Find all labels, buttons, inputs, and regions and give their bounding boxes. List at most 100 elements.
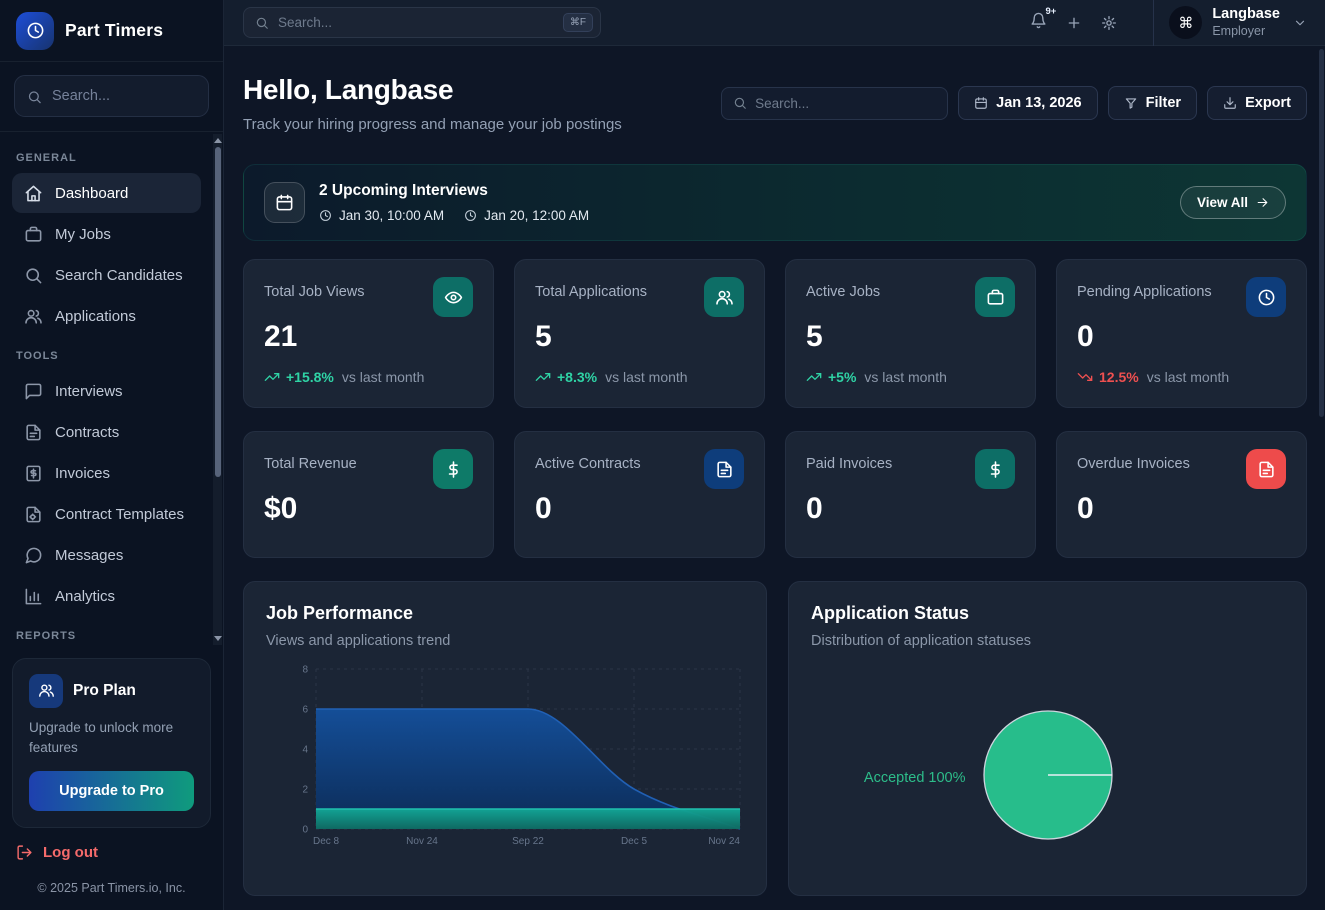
- sidebar-item-messages[interactable]: Messages: [12, 535, 201, 575]
- trend-text: vs last month: [1147, 369, 1229, 385]
- stat-card-total-revenue: Total Revenue$0: [243, 431, 494, 558]
- sidebar-item-interviews[interactable]: Interviews: [12, 371, 201, 411]
- nav-section-label: GENERAL: [16, 152, 201, 164]
- trending-up-icon: [264, 369, 280, 385]
- trend-text: vs last month: [864, 369, 946, 385]
- user-role: Employer: [1212, 23, 1280, 39]
- sidebar-scrollbar[interactable]: [213, 134, 222, 645]
- filter-icon: [1124, 96, 1138, 110]
- trend-value: +15.8%: [286, 369, 334, 385]
- upgrade-to-pro-button[interactable]: Upgrade to Pro: [29, 771, 194, 811]
- gear-icon[interactable]: [1101, 15, 1117, 31]
- sidebar-item-applications[interactable]: Applications: [12, 296, 201, 336]
- topbar-search: ⌘F: [243, 7, 601, 38]
- sidebar-nav: GENERAL Dashboard My JobsSearch Candidates…: [0, 132, 223, 647]
- job-performance-card: Job Performance Views and applications t…: [243, 581, 767, 896]
- sidebar-item-label: Invoices: [55, 465, 110, 482]
- sidebar-item-my-jobs[interactable]: My Jobs: [12, 214, 201, 254]
- sidebar-item-search-candidates[interactable]: Search Candidates: [12, 255, 201, 295]
- view-all-label: View All: [1197, 195, 1248, 210]
- sidebar-search-input[interactable]: [14, 75, 209, 117]
- sidebar: Part Timers GENERALDashboardMy JobsSearc…: [0, 0, 224, 910]
- shortcut-badge: ⌘F: [563, 13, 593, 32]
- sidebar-item-dashboard[interactable]: Dashboard: [12, 173, 201, 213]
- charts-row: Job Performance Views and applications t…: [243, 581, 1307, 896]
- notifications-button[interactable]: 9+: [1030, 12, 1047, 34]
- sidebar-item-label: Messages: [55, 547, 123, 564]
- sidebar-item-label: Applications: [55, 308, 136, 325]
- date-label: Jan 13, 2026: [996, 95, 1081, 111]
- search-icon: [733, 96, 747, 110]
- trending-down-icon: [1077, 369, 1093, 385]
- sidebar-item-contract-templates[interactable]: Contract Templates: [12, 494, 201, 534]
- scroll-down-arrow-icon[interactable]: [214, 636, 222, 641]
- interview-time-label: Jan 20, 12:00 AM: [484, 208, 589, 223]
- calendar-icon: [264, 182, 305, 223]
- stat-label: Active Jobs: [806, 277, 880, 300]
- view-all-button[interactable]: View All: [1180, 186, 1286, 219]
- users-icon: [29, 674, 63, 708]
- clock-icon: [319, 209, 332, 222]
- svg-text:Sep 22: Sep 22: [512, 836, 544, 847]
- svg-text:Dec 8: Dec 8: [313, 836, 340, 847]
- stat-card-overdue-invoices: Overdue Invoices 0: [1056, 431, 1307, 558]
- chart-title: Application Status: [811, 603, 1284, 624]
- chart-title: Job Performance: [266, 603, 744, 624]
- sidebar-item-label: Interviews: [55, 383, 123, 400]
- stat-label: Overdue Invoices: [1077, 449, 1190, 472]
- pie-chart: [959, 686, 1137, 869]
- stat-label: Pending Applications: [1077, 277, 1212, 300]
- sidebar-item-contracts[interactable]: Contracts: [12, 412, 201, 452]
- pro-plan-description: Upgrade to unlock more features: [29, 718, 194, 759]
- chart-subtitle: Distribution of application statuses: [811, 633, 1284, 649]
- user-menu[interactable]: ⌘ Langbase Employer: [1153, 0, 1307, 46]
- dashboard-content: Hello, Langbase Track your hiring progre…: [224, 46, 1325, 910]
- svg-text:8: 8: [302, 665, 308, 676]
- users-icon: [704, 277, 744, 317]
- pro-plan-title: Pro Plan: [73, 682, 136, 700]
- page-scrollbar[interactable]: [1319, 49, 1324, 417]
- logout-label: Log out: [43, 844, 98, 861]
- search-icon: [24, 266, 43, 285]
- main-column: ⌘F 9+ ⌘ Langbase Employer: [224, 0, 1325, 910]
- stat-label: Paid Invoices: [806, 449, 892, 472]
- date-picker-button[interactable]: Jan 13, 2026: [958, 86, 1097, 120]
- sidebar-scrollbar-thumb[interactable]: [215, 147, 221, 477]
- application-status-card: Application Status Distribution of appli…: [788, 581, 1307, 896]
- area-chart: 02468Dec 8Nov 24Sep 22Dec 5Nov 24: [266, 661, 744, 852]
- briefcase-icon: [24, 225, 43, 244]
- stat-label: Total Revenue: [264, 449, 357, 472]
- trending-up-icon: [535, 369, 551, 385]
- stat-card-paid-invoices: Paid Invoices0: [785, 431, 1036, 558]
- trend-text: vs last month: [342, 369, 424, 385]
- scroll-up-arrow-icon[interactable]: [214, 138, 222, 143]
- download-icon: [1223, 96, 1237, 110]
- sidebar-item-analytics[interactable]: Analytics: [12, 576, 201, 616]
- pro-plan-card: Pro Plan Upgrade to unlock more features…: [12, 658, 211, 829]
- invoice-icon: [24, 464, 43, 483]
- notification-badge: 9+: [1045, 6, 1056, 17]
- page-title: Hello, Langbase: [243, 74, 622, 106]
- stat-label: Total Applications: [535, 277, 647, 300]
- topbar-search-input[interactable]: [278, 15, 554, 30]
- users-icon: [24, 307, 43, 326]
- plus-icon[interactable]: [1066, 15, 1082, 31]
- pie-chart-area: Accepted 100%: [811, 674, 1284, 881]
- chart-subtitle: Views and applications trend: [266, 633, 744, 649]
- sidebar-item-invoices[interactable]: Invoices: [12, 453, 201, 493]
- sidebar-item-label: Dashboard: [55, 185, 128, 202]
- nav-section-label: REPORTS: [16, 630, 201, 642]
- stat-value: 0: [1077, 492, 1286, 526]
- calendar-icon: [974, 96, 988, 110]
- app-window: Part Timers GENERALDashboardMy JobsSearc…: [0, 0, 1325, 910]
- message-square-icon: [24, 382, 43, 401]
- dashboard-search: [721, 87, 948, 120]
- banner-title: 2 Upcoming Interviews: [319, 182, 589, 200]
- stat-card-active-jobs: Active Jobs5+5%vs last month: [785, 259, 1036, 408]
- dashboard-search-input[interactable]: [755, 96, 936, 111]
- sidebar-search: [0, 62, 223, 132]
- export-button[interactable]: Export: [1207, 86, 1307, 120]
- filter-button[interactable]: Filter: [1108, 86, 1197, 120]
- svg-text:4: 4: [302, 745, 308, 756]
- logout-button[interactable]: Log out: [16, 844, 207, 861]
